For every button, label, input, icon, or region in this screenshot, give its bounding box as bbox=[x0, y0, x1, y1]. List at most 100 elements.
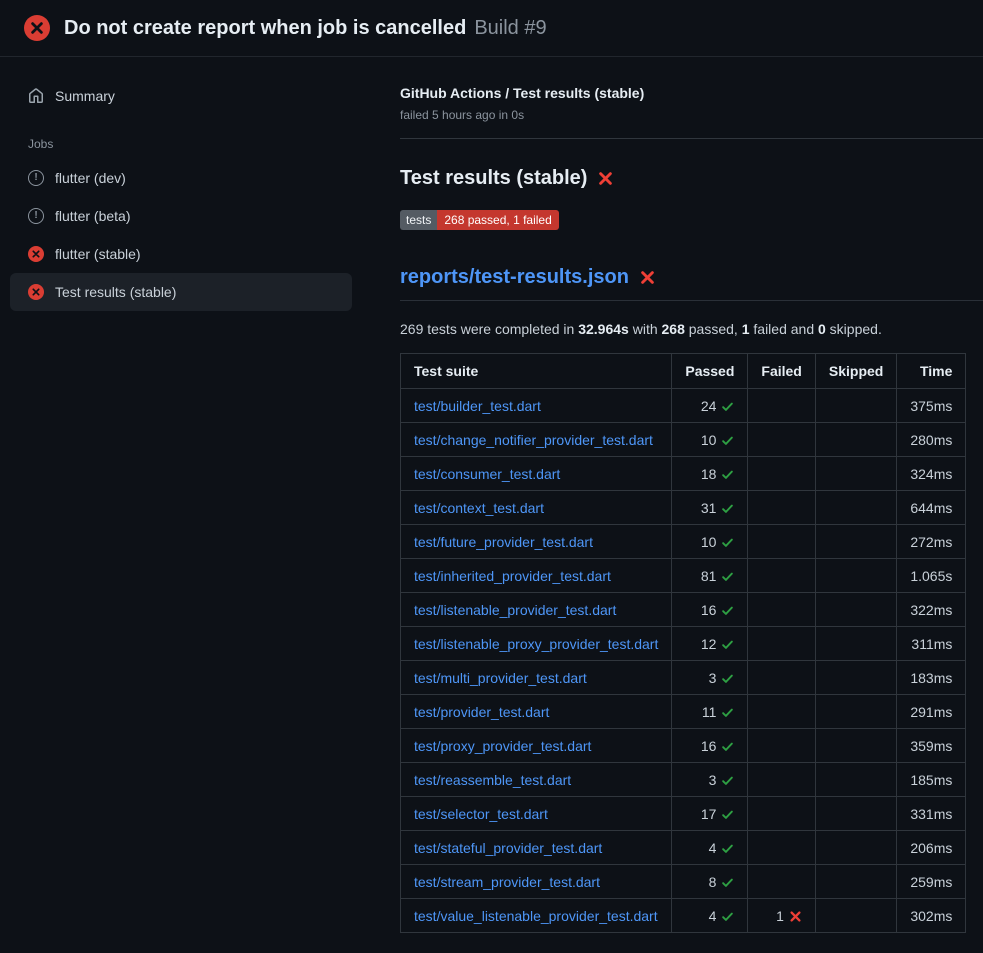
check-icon bbox=[721, 502, 734, 515]
time-cell: 291ms bbox=[897, 695, 966, 729]
count-cell: 10 bbox=[672, 423, 748, 457]
count-cell: 4 bbox=[672, 899, 748, 933]
count-value: 3 bbox=[709, 772, 717, 788]
home-icon bbox=[28, 88, 44, 104]
report-heading: reports/test-results.json bbox=[400, 266, 983, 301]
summary-segment: failed and bbox=[750, 321, 819, 337]
skipped-cell bbox=[815, 797, 896, 831]
check-icon bbox=[721, 910, 734, 923]
test-suite-link[interactable]: test/context_test.dart bbox=[414, 500, 544, 516]
failed-x-icon bbox=[639, 269, 656, 286]
count-value: 17 bbox=[701, 806, 717, 822]
skipped-cell bbox=[815, 695, 896, 729]
count-cell bbox=[748, 695, 815, 729]
check-icon bbox=[721, 808, 734, 821]
badge-value: 268 passed, 1 failed bbox=[437, 210, 558, 230]
check-icon bbox=[721, 638, 734, 651]
time-cell: 1.065s bbox=[897, 559, 966, 593]
count-value: 12 bbox=[701, 636, 717, 652]
test-suite-link[interactable]: test/listenable_proxy_provider_test.dart bbox=[414, 636, 658, 652]
time-cell: 206ms bbox=[897, 831, 966, 865]
table-row: test/multi_provider_test.dart3183ms bbox=[401, 661, 966, 695]
test-suite-link[interactable]: test/future_provider_test.dart bbox=[414, 534, 593, 550]
test-suite-link[interactable]: test/consumer_test.dart bbox=[414, 466, 560, 482]
results-table: Test suitePassedFailedSkippedTime test/b… bbox=[400, 353, 966, 933]
count-value: 10 bbox=[701, 432, 717, 448]
suite-cell: test/proxy_provider_test.dart bbox=[401, 729, 672, 763]
sidebar-item-job[interactable]: !flutter (dev) bbox=[10, 159, 352, 197]
check-icon bbox=[721, 672, 734, 685]
test-suite-link[interactable]: test/proxy_provider_test.dart bbox=[414, 738, 591, 754]
count-cell bbox=[748, 661, 815, 695]
test-suite-link[interactable]: test/multi_provider_test.dart bbox=[414, 670, 587, 686]
table-header-row: Test suitePassedFailedSkippedTime bbox=[401, 354, 966, 389]
sidebar-item-job[interactable]: !flutter (beta) bbox=[10, 197, 352, 235]
sidebar-item-job[interactable]: Test results (stable) bbox=[10, 273, 352, 311]
suite-cell: test/future_provider_test.dart bbox=[401, 525, 672, 559]
test-suite-link[interactable]: test/reassemble_test.dart bbox=[414, 772, 571, 788]
check-suite-title: Do not create report when job is cancell… bbox=[64, 17, 466, 39]
suite-cell: test/builder_test.dart bbox=[401, 389, 672, 423]
job-label: Test results (stable) bbox=[55, 284, 176, 300]
check-icon bbox=[721, 842, 734, 855]
page-layout: Summary Jobs !flutter (dev)!flutter (bet… bbox=[0, 57, 983, 953]
x-circle-icon bbox=[24, 15, 50, 41]
count-cell: 16 bbox=[672, 593, 748, 627]
sidebar-item-summary[interactable]: Summary bbox=[10, 79, 352, 113]
table-row: test/change_notifier_provider_test.dart 1… bbox=[401, 423, 966, 457]
time-cell: 280ms bbox=[897, 423, 966, 457]
test-suite-link[interactable]: test/selector_test.dart bbox=[414, 806, 548, 822]
x-icon bbox=[789, 910, 802, 923]
table-row: test/reassemble_test.dart3185ms bbox=[401, 763, 966, 797]
suite-cell: test/inherited_provider_test.dart bbox=[401, 559, 672, 593]
test-suite-link[interactable]: test/change_notifier_provider_test.dart bbox=[414, 432, 653, 448]
suite-cell: test/context_test.dart bbox=[401, 491, 672, 525]
table-row: test/value_listenable_provider_test.dart… bbox=[401, 899, 966, 933]
count-value: 24 bbox=[701, 398, 717, 414]
test-suite-link[interactable]: test/stateful_provider_test.dart bbox=[414, 840, 602, 856]
test-suite-link[interactable]: test/value_listenable_provider_test.dart bbox=[414, 908, 658, 924]
job-label: flutter (stable) bbox=[55, 246, 141, 262]
job-label: flutter (beta) bbox=[55, 208, 130, 224]
check-icon bbox=[721, 706, 734, 719]
check-title: Test results (stable) bbox=[400, 167, 983, 190]
table-row: test/listenable_proxy_provider_test.dart… bbox=[401, 627, 966, 661]
test-suite-link[interactable]: test/stream_provider_test.dart bbox=[414, 874, 600, 890]
time-cell: 302ms bbox=[897, 899, 966, 933]
time-cell: 322ms bbox=[897, 593, 966, 627]
sidebar-item-job[interactable]: flutter (stable) bbox=[10, 235, 352, 273]
skipped-cell bbox=[815, 763, 896, 797]
count-cell bbox=[748, 763, 815, 797]
count-cell: 18 bbox=[672, 457, 748, 491]
count-value: 31 bbox=[701, 500, 717, 516]
test-suite-link[interactable]: test/builder_test.dart bbox=[414, 398, 541, 414]
check-icon bbox=[721, 604, 734, 617]
report-link[interactable]: reports/test-results.json bbox=[400, 266, 629, 289]
time-cell: 311ms bbox=[897, 627, 966, 661]
test-suite-link[interactable]: test/listenable_provider_test.dart bbox=[414, 602, 616, 618]
count-cell bbox=[748, 593, 815, 627]
count-value: 4 bbox=[709, 840, 717, 856]
count-cell: 24 bbox=[672, 389, 748, 423]
skipped-cell bbox=[815, 559, 896, 593]
table-row: test/builder_test.dart24375ms bbox=[401, 389, 966, 423]
count-cell: 1 bbox=[748, 899, 815, 933]
suite-cell: test/selector_test.dart bbox=[401, 797, 672, 831]
suite-cell: test/listenable_proxy_provider_test.dart bbox=[401, 627, 672, 661]
column-header: Skipped bbox=[815, 354, 896, 389]
test-suite-link[interactable]: test/provider_test.dart bbox=[414, 704, 549, 720]
skipped-cell bbox=[815, 627, 896, 661]
breadcrumb: GitHub Actions / Test results (stable) bbox=[400, 85, 983, 101]
jobs-heading: Jobs bbox=[10, 137, 352, 151]
test-suite-link[interactable]: test/inherited_provider_test.dart bbox=[414, 568, 611, 584]
skipped-cell bbox=[815, 831, 896, 865]
alert-circle-icon: ! bbox=[28, 170, 44, 186]
suite-cell: test/reassemble_test.dart bbox=[401, 763, 672, 797]
page-title: Do not create report when job is cancell… bbox=[64, 17, 547, 40]
skipped-cell bbox=[815, 729, 896, 763]
count-cell: 8 bbox=[672, 865, 748, 899]
x-circle-icon bbox=[28, 284, 44, 300]
count-value: 18 bbox=[701, 466, 717, 482]
column-header: Time bbox=[897, 354, 966, 389]
skipped-cell bbox=[815, 389, 896, 423]
